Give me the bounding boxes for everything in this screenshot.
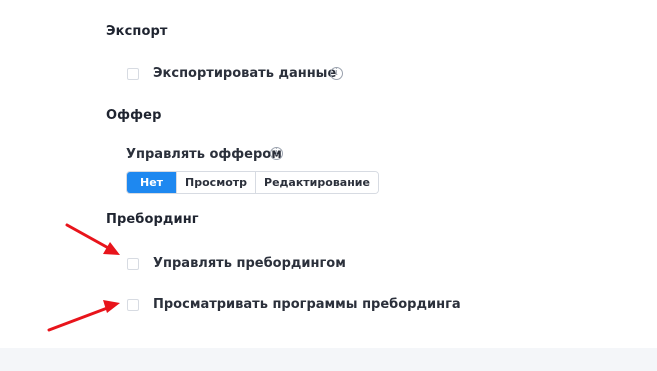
arrow-to-manage-preboarding (65, 223, 120, 255)
arrow-to-view-preboarding-programs (47, 300, 120, 332)
footer-band (0, 348, 657, 371)
annotation-arrows (47, 223, 120, 332)
